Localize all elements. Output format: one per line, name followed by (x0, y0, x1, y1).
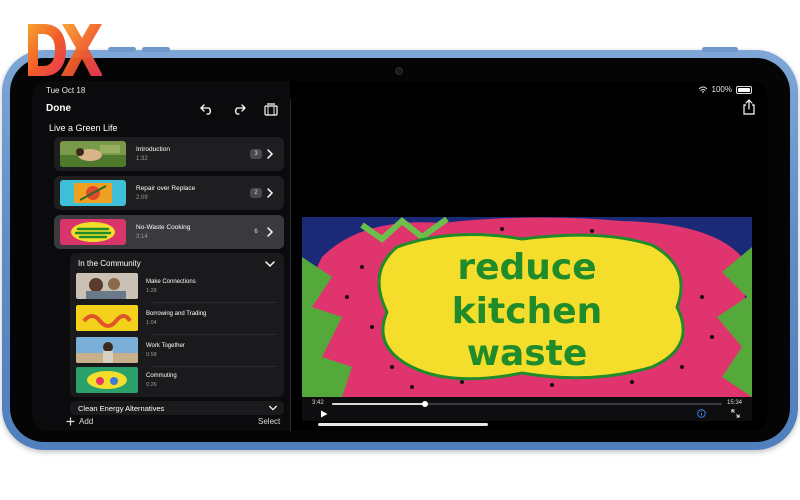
battery-percent: 100% (711, 85, 732, 94)
chevron-down-icon[interactable] (264, 258, 276, 270)
clip-library-icon[interactable] (262, 100, 280, 118)
project-title: Live a Green Life (49, 123, 118, 133)
scrubber-handle[interactable] (421, 401, 428, 407)
video-title-line: kitchen (452, 291, 603, 332)
clip-name: Make Connections (146, 279, 196, 285)
clip-duration: 0:58 (146, 352, 157, 358)
clip-thumbnail (76, 305, 138, 331)
clip-name: Work Together (146, 343, 185, 349)
group-title: Clean Energy Alternatives (78, 404, 165, 413)
clip-count-badge: 2 (250, 188, 262, 198)
add-label: Add (79, 417, 94, 426)
screen: Tue Oct 18 Done Live a Green Life Introd… (32, 81, 768, 431)
chapter-name: Introduction (136, 146, 170, 153)
plus-icon (66, 417, 75, 426)
chapter-row[interactable]: Repair over Replace 2:09 2 (54, 176, 284, 210)
playback-controls: 3:42 15:34 (302, 397, 752, 421)
status-indicators: 100% (698, 85, 752, 94)
chapter-row[interactable]: Introduction 1:32 3 (54, 137, 284, 171)
divider (152, 302, 276, 303)
share-icon[interactable] (742, 99, 756, 115)
scrubber[interactable] (332, 401, 722, 407)
edit-toolbar (198, 100, 280, 118)
total-time: 15:34 (726, 400, 742, 406)
clip-count-badge: 3 (250, 149, 262, 159)
community-clip[interactable]: Work Together 0:58 (76, 337, 276, 367)
clip-name: Borrowing and Trading (146, 311, 207, 317)
add-button[interactable]: Add (66, 417, 93, 426)
done-button[interactable]: Done (46, 103, 71, 114)
clip-thumbnail (76, 273, 138, 299)
community-clip[interactable]: Borrowing and Trading 1:04 (76, 305, 276, 335)
volume-button (142, 47, 170, 52)
chapter-thumbnail (60, 141, 126, 167)
scrubber-progress (332, 403, 425, 405)
community-clip[interactable]: Make Connections 1:28 (76, 273, 276, 303)
home-indicator (318, 423, 488, 426)
clip-name: Commuting (146, 373, 177, 379)
clip-duration: 0:26 (146, 382, 157, 388)
divider (152, 334, 276, 335)
wifi-icon (698, 86, 707, 93)
clip-duration: 1:04 (146, 320, 157, 326)
video-title-line: reduce (457, 247, 596, 288)
info-icon[interactable] (697, 409, 706, 418)
power-button (702, 47, 738, 52)
chapter-duration: 3:14 (136, 234, 148, 240)
front-camera (395, 67, 403, 75)
chapter-name: Repair over Replace (136, 185, 196, 192)
group-title: In the Community (78, 259, 141, 268)
status-time: Tue Oct 18 (46, 86, 86, 95)
community-group: In the Community Make Connections 1:28 B… (70, 253, 284, 397)
clip-thumbnail (76, 337, 138, 363)
volume-button (108, 47, 136, 52)
chapter-row-selected[interactable]: No-Waste Cooking 3:14 6 (54, 215, 284, 249)
chapter-duration: 1:32 (136, 156, 148, 162)
video-title-line: waste (467, 333, 588, 374)
chevron-right-icon (267, 188, 274, 198)
community-clip[interactable]: Commuting 0:26 (76, 367, 276, 395)
clean-energy-group[interactable]: Clean Energy Alternatives (70, 401, 284, 415)
play-icon[interactable] (320, 410, 328, 418)
chevron-down-icon (269, 405, 277, 411)
undo-icon[interactable] (198, 100, 216, 118)
chapter-duration: 2:09 (136, 195, 148, 201)
chapter-thumbnail (60, 219, 126, 245)
chapter-name: No-Waste Cooking (136, 224, 191, 231)
battery-icon (736, 85, 752, 94)
panel-divider (290, 99, 291, 431)
elapsed-time: 3:42 (312, 400, 324, 406)
chevron-right-icon (267, 149, 274, 159)
clip-count-badge: 6 (254, 229, 258, 235)
select-button[interactable]: Select (258, 417, 280, 426)
chapter-thumbnail (60, 180, 126, 206)
video-preview[interactable]: reduce kitchen waste (302, 217, 752, 397)
clip-thumbnail (76, 367, 138, 393)
redo-icon[interactable] (230, 100, 248, 118)
ipad-device: Tue Oct 18 Done Live a Green Life Introd… (2, 47, 798, 450)
chevron-right-icon (267, 227, 274, 237)
brand-logo (22, 18, 103, 82)
expand-icon[interactable] (731, 409, 740, 418)
clip-duration: 1:28 (146, 288, 157, 294)
project-panel: Tue Oct 18 Done Live a Green Life Introd… (32, 81, 290, 431)
